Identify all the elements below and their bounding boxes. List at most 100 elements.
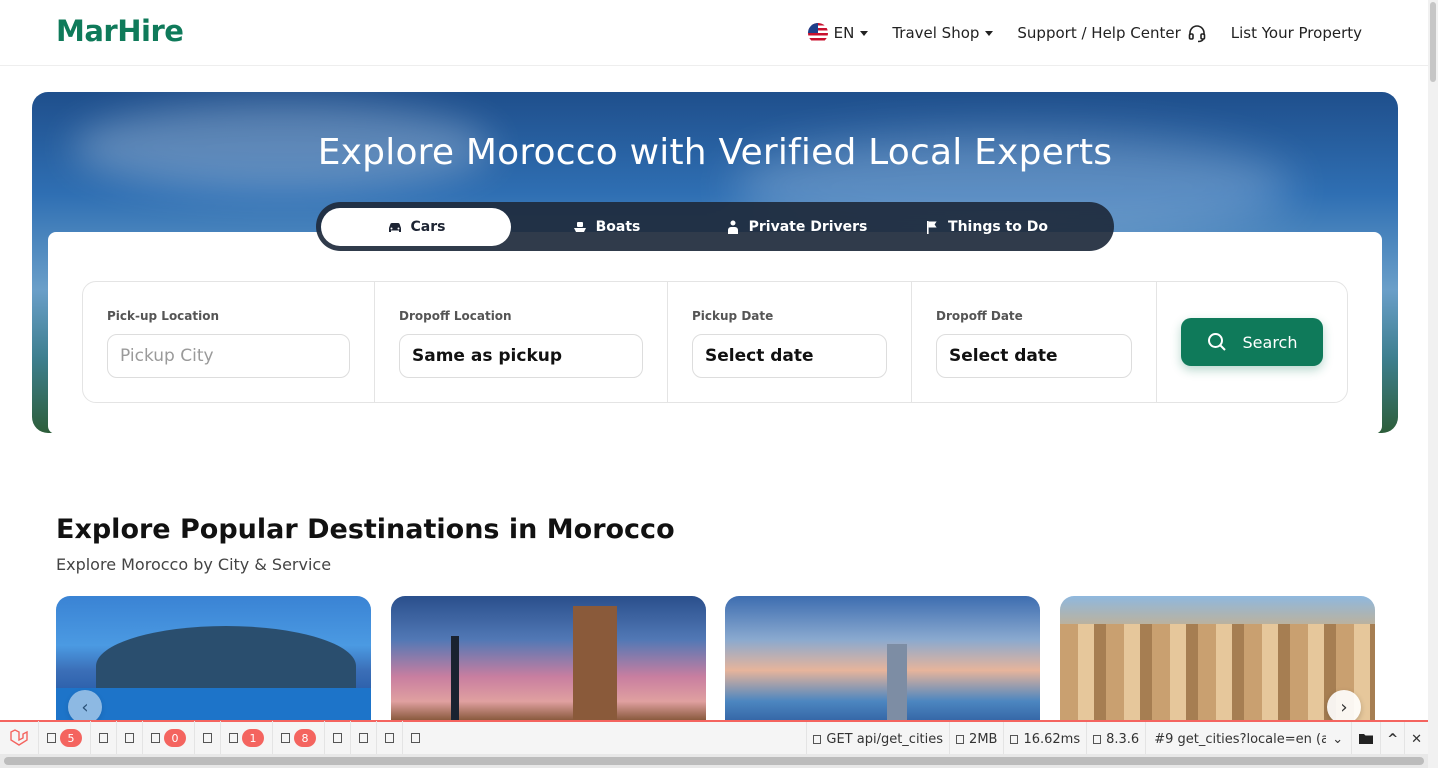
debug-tab-route[interactable]: 1 (220, 721, 272, 755)
us-flag-icon (807, 23, 828, 43)
tab-icon (125, 733, 134, 743)
tab-icon (281, 733, 290, 743)
horizontal-scrollbar[interactable] (0, 754, 1428, 768)
pickup-location-field: Pick-up Location Pickup City (83, 282, 375, 402)
logo-letter-m: M (56, 14, 85, 48)
tab-icon (333, 733, 342, 743)
memory-text: 2MB (969, 731, 998, 747)
pickup-location-label: Pick-up Location (107, 309, 220, 323)
dropoff-date-label: Dropoff Date (936, 309, 1023, 323)
hero-title: Explore Morocco with Verified Local Expe… (317, 132, 1113, 173)
vertical-scrollbar[interactable] (1428, 0, 1438, 768)
tab-icon (359, 733, 368, 743)
tab-boats-label: Boats (595, 218, 641, 235)
debug-tab-queries[interactable]: 8 (272, 721, 324, 755)
carousel-prev-button[interactable]: ‹ (68, 690, 102, 724)
driver-icon (727, 220, 738, 234)
list-property-link[interactable]: List Your Property (1231, 20, 1362, 46)
search-panel: Pick-up Location Pickup City Dropoff Loc… (48, 232, 1382, 434)
close-button[interactable]: ✕ (1404, 722, 1428, 756)
dropoff-location-label: Dropoff Location (399, 309, 512, 323)
support-label: Support / Help Center (1017, 24, 1181, 42)
request-info: GET api/get_cities (806, 722, 949, 756)
debug-tab[interactable] (350, 721, 376, 755)
request-select[interactable]: #9 get_cities?locale=en (aj ⌄ (1145, 722, 1351, 756)
request-text: GET api/get_cities (826, 731, 944, 747)
marhire-logo[interactable]: MarHire (56, 14, 184, 48)
pickup-date-label: Pickup Date (692, 309, 774, 323)
main-nav: EN Travel Shop Support / Help Center Lis… (807, 20, 1362, 46)
tab-cars[interactable]: Cars (321, 207, 511, 246)
tab-boats[interactable]: Boats (511, 208, 701, 246)
destinations-title: Explore Popular Destinations in Morocco (56, 514, 675, 545)
debug-tab[interactable] (402, 721, 428, 755)
destination-card[interactable] (725, 596, 1040, 720)
debug-status: GET api/get_cities 2MB 16.62ms 8.3.6 #9 … (806, 722, 1428, 756)
search-button[interactable]: Search (1181, 318, 1323, 366)
php-icon (1093, 734, 1102, 744)
debug-badge: 1 (242, 729, 264, 747)
debug-badge: 5 (60, 729, 82, 747)
laravel-logo-icon[interactable] (0, 728, 38, 748)
request-icon (813, 734, 822, 744)
destination-image (56, 688, 371, 720)
tab-icon (411, 733, 420, 743)
debug-tab[interactable] (90, 721, 116, 755)
time-info: 16.62ms (1003, 722, 1086, 756)
dropoff-location-field: Dropoff Location Same as pickup (375, 282, 668, 402)
chevron-down-icon (860, 30, 869, 36)
debug-tab[interactable] (324, 721, 350, 755)
clock-icon (1010, 734, 1019, 744)
scrollbar-thumb[interactable] (4, 757, 1424, 765)
language-selector[interactable]: EN (807, 20, 869, 46)
maximize-button[interactable]: ^ (1380, 722, 1404, 756)
request-select-value: #9 get_cities?locale=en (aj (1154, 731, 1327, 747)
boat-icon (573, 221, 586, 232)
php-version-text: 8.3.6 (1106, 731, 1140, 747)
language-label: EN (833, 24, 855, 42)
debug-badge: 8 (294, 729, 316, 747)
tab-icon (385, 733, 394, 743)
debug-tab[interactable] (116, 721, 142, 755)
flag-icon (927, 220, 937, 234)
travel-shop-label: Travel Shop (892, 24, 980, 42)
dropoff-date-input[interactable]: Select date (936, 334, 1132, 378)
tab-private-drivers[interactable]: Private Drivers (701, 208, 891, 246)
car-icon (388, 222, 401, 232)
support-link[interactable]: Support / Help Center (1017, 20, 1206, 46)
destination-card[interactable] (391, 596, 706, 720)
tab-icon (151, 733, 160, 743)
tab-things-to-do[interactable]: Things to Do (891, 208, 1081, 246)
open-folder-button[interactable] (1351, 722, 1380, 756)
chevron-up-icon: ^ (1387, 731, 1399, 747)
debug-badge: 0 (164, 729, 186, 747)
debug-tab-messages[interactable]: 5 (38, 721, 90, 755)
destination-card[interactable] (56, 596, 371, 720)
tab-icon (99, 733, 108, 743)
top-navbar: MarHire EN Travel Shop Support / Help Ce… (0, 0, 1428, 66)
pickup-date-input[interactable]: Select date (692, 334, 887, 378)
pickup-date-field: Pickup Date Select date (668, 282, 912, 402)
destination-image (887, 644, 907, 720)
headset-icon (1188, 25, 1206, 43)
scrollbar-thumb[interactable] (1430, 2, 1436, 82)
debug-tab[interactable] (376, 721, 402, 755)
folder-icon (1359, 734, 1374, 744)
dropoff-date-field: Dropoff Date Select date (912, 282, 1157, 402)
pickup-city-input[interactable]: Pickup City (107, 334, 350, 378)
travel-shop-menu[interactable]: Travel Shop (892, 20, 994, 46)
service-tabs: Cars Boats Private Drivers Things to Do (316, 202, 1114, 251)
carousel-next-button[interactable]: › (1327, 690, 1361, 724)
tab-things-to-do-label: Things to Do (948, 218, 1048, 235)
debug-tab-views[interactable]: 0 (142, 721, 194, 755)
dropoff-location-input[interactable]: Same as pickup (399, 334, 643, 378)
tab-icon (203, 733, 212, 743)
chevron-down-icon (985, 30, 994, 36)
tab-icon (47, 733, 56, 743)
logo-text: arHire (84, 14, 184, 48)
debug-tab[interactable] (194, 721, 220, 755)
destination-image (451, 636, 459, 720)
destinations-subtitle: Explore Morocco by City & Service (56, 555, 332, 574)
chevron-left-icon: ‹ (81, 696, 89, 718)
list-property-label: List Your Property (1230, 24, 1362, 42)
